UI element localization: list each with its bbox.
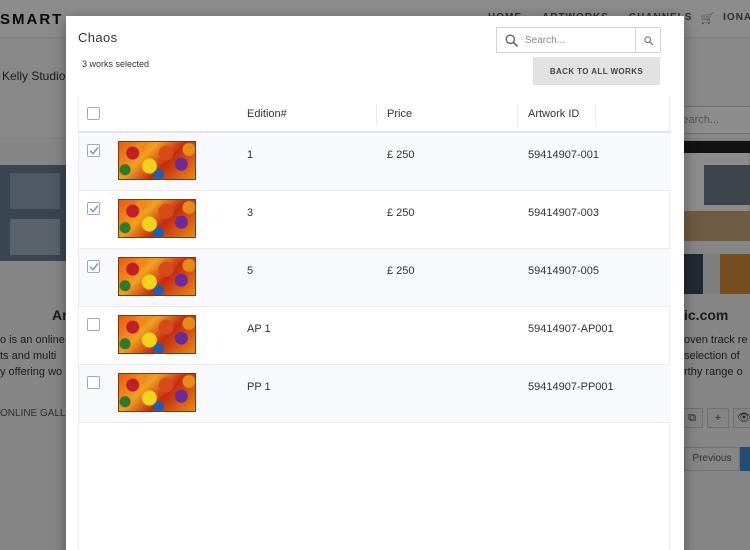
row-checkbox[interactable]: [87, 260, 100, 273]
price-cell: £ 250: [387, 265, 415, 277]
edition-cell: AP 1: [247, 323, 271, 335]
checkmark-icon: [89, 205, 99, 213]
table-row[interactable]: 1 £ 250 59414907-001: [79, 133, 671, 191]
artwork-id-cell: 59414907-005: [528, 265, 599, 277]
row-checkbox[interactable]: [87, 318, 100, 331]
table-row[interactable]: PP 1 59414907-PP001: [79, 365, 671, 423]
artwork-thumbnail[interactable]: [118, 257, 196, 296]
table-row[interactable]: 5 £ 250 59414907-005: [79, 249, 671, 307]
artwork-id-cell: 59414907-AP001: [528, 323, 614, 335]
row-checkbox[interactable]: [87, 144, 100, 157]
search-input[interactable]: [525, 31, 630, 49]
price-cell: £ 250: [387, 149, 415, 161]
column-header-edition[interactable]: Edition#: [247, 108, 287, 120]
column-header-artwork-id[interactable]: Artwork ID: [528, 108, 579, 120]
edition-cell: 1: [247, 149, 254, 161]
checkmark-icon: [89, 263, 99, 271]
search-button[interactable]: [635, 27, 661, 53]
checkmark-icon: [89, 147, 99, 155]
edition-cell: PP 1: [247, 381, 271, 393]
editions-modal: Chaos 3 works selected BACK TO ALL WORKS…: [66, 16, 684, 550]
edition-cell: 3: [247, 207, 254, 219]
artwork-id-cell: 59414907-003: [528, 207, 599, 219]
modal-title: Chaos: [78, 30, 118, 45]
selected-count: 3 works selected: [82, 59, 150, 69]
editions-table: Edition# Price Artwork ID 1 £ 250 594149…: [78, 96, 671, 550]
table-header: Edition# Price Artwork ID: [79, 96, 671, 133]
column-header-price[interactable]: Price: [387, 108, 412, 120]
price-cell: £ 250: [387, 207, 415, 219]
row-checkbox[interactable]: [87, 202, 100, 215]
search-icon: [644, 36, 653, 45]
artwork-thumbnail[interactable]: [118, 199, 196, 238]
artwork-thumbnail[interactable]: [118, 141, 196, 180]
artwork-id-cell: 59414907-001: [528, 149, 599, 161]
artwork-id-cell: 59414907-PP001: [528, 381, 614, 393]
search-icon: [505, 34, 518, 47]
row-checkbox[interactable]: [87, 376, 100, 389]
edition-cell: 5: [247, 265, 254, 277]
search-box: [496, 27, 661, 53]
table-row[interactable]: 3 £ 250 59414907-003: [79, 191, 671, 249]
artwork-thumbnail[interactable]: [118, 315, 196, 354]
table-row[interactable]: AP 1 59414907-AP001: [79, 307, 671, 365]
back-to-all-works-button[interactable]: BACK TO ALL WORKS: [533, 57, 660, 85]
artwork-thumbnail[interactable]: [118, 373, 196, 412]
select-all-checkbox[interactable]: [87, 107, 100, 120]
